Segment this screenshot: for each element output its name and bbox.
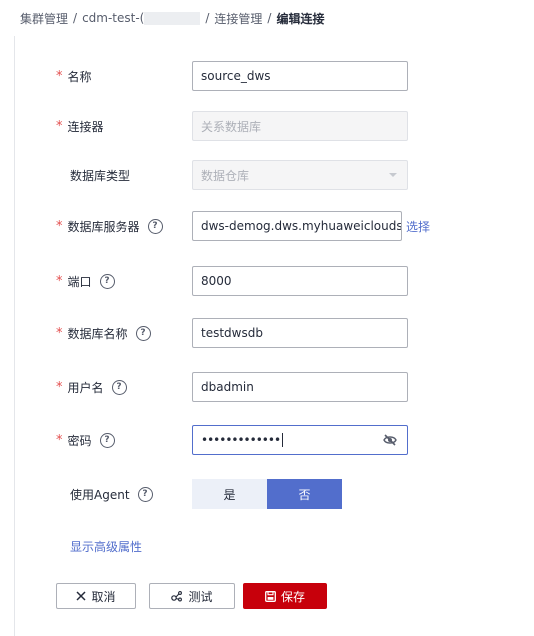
db-type-value: 数据仓库 bbox=[201, 168, 250, 183]
form-row-db-server: * 数据库服务器 ? dws-demog.dws.myhuaweiclouds … bbox=[0, 211, 534, 241]
form-row-username: * 用户名 ? dbadmin bbox=[0, 372, 534, 402]
test-label: 测试 bbox=[188, 589, 213, 604]
form-row-connector: * 连接器 关系数据库 bbox=[0, 111, 534, 141]
breadcrumb-current: 编辑连接 bbox=[276, 11, 325, 26]
help-icon[interactable]: ? bbox=[99, 273, 115, 289]
form-row-db-name: * 数据库名称 ? testdwsdb bbox=[0, 318, 534, 348]
cancel-button[interactable]: 取消 bbox=[56, 583, 136, 609]
username-label: 用户名 bbox=[67, 380, 104, 395]
name-label: 名称 bbox=[67, 69, 92, 84]
breadcrumb-separator: / bbox=[73, 11, 78, 25]
required-mark: * bbox=[56, 379, 63, 395]
db-type-select: 数据仓库 bbox=[192, 160, 408, 190]
chevron-down-icon bbox=[389, 173, 397, 177]
help-icon[interactable]: ? bbox=[135, 325, 151, 341]
breadcrumb-connection-management[interactable]: 连接管理 bbox=[214, 10, 262, 27]
required-mark: * bbox=[56, 325, 63, 341]
use-agent-label: 使用Agent bbox=[70, 487, 130, 502]
use-agent-yes[interactable]: 是 bbox=[192, 479, 267, 509]
username-input[interactable]: dbadmin bbox=[192, 372, 408, 402]
password-input[interactable]: ••••••••••••• bbox=[192, 425, 408, 455]
use-agent-toggle: 是 否 bbox=[192, 479, 343, 509]
connector-input: 关系数据库 bbox=[192, 111, 408, 141]
close-icon bbox=[76, 591, 87, 601]
test-icon bbox=[171, 590, 183, 601]
edit-connection-page: 集群管理 / cdm-test-( / 连接管理 / 编辑连接 * 名称 sou… bbox=[0, 0, 534, 636]
required-mark: * bbox=[56, 118, 63, 134]
eye-off-icon[interactable] bbox=[383, 434, 397, 446]
required-mark: * bbox=[56, 68, 63, 84]
required-mark: * bbox=[56, 432, 63, 448]
form-row-name: * 名称 source_dws bbox=[0, 61, 534, 91]
show-advanced-link[interactable]: 显示高级属性 bbox=[70, 538, 142, 555]
form-row-use-agent: 使用Agent ? 是 否 bbox=[0, 479, 534, 509]
db-name-label: 数据库名称 bbox=[67, 326, 128, 341]
port-input[interactable]: 8000 bbox=[192, 266, 408, 296]
form-row-password: * 密码 ? ••••••••••••• bbox=[0, 425, 534, 455]
db-type-label: 数据库类型 bbox=[70, 168, 131, 183]
form-row-port: * 端口 ? 8000 bbox=[0, 266, 534, 296]
connector-label: 连接器 bbox=[67, 119, 104, 134]
cancel-label: 取消 bbox=[91, 589, 116, 604]
required-mark: * bbox=[56, 273, 63, 289]
name-input[interactable]: source_dws bbox=[192, 61, 408, 91]
help-icon[interactable]: ? bbox=[147, 218, 163, 234]
db-server-input[interactable]: dws-demog.dws.myhuaweiclouds bbox=[192, 211, 402, 241]
help-icon[interactable]: ? bbox=[137, 486, 153, 502]
password-label: 密码 bbox=[67, 433, 92, 448]
breadcrumb-cluster-name[interactable]: cdm-test-( bbox=[82, 11, 144, 25]
use-agent-no[interactable]: 否 bbox=[267, 479, 342, 509]
password-value: ••••••••••••• bbox=[201, 433, 281, 447]
select-server-link[interactable]: 选择 bbox=[406, 211, 430, 241]
save-label: 保存 bbox=[280, 589, 305, 604]
redacted-block bbox=[144, 11, 201, 25]
test-button[interactable]: 测试 bbox=[149, 583, 235, 609]
breadcrumb-cluster-management[interactable]: 集群管理 bbox=[20, 10, 68, 27]
save-button[interactable]: 保存 bbox=[243, 583, 327, 609]
port-label: 端口 bbox=[67, 274, 92, 289]
breadcrumb-separator: / bbox=[205, 11, 210, 25]
form-row-db-type: 数据库类型 数据仓库 bbox=[0, 160, 534, 190]
save-icon bbox=[265, 590, 276, 602]
help-icon[interactable]: ? bbox=[99, 432, 115, 448]
breadcrumb: 集群管理 / cdm-test-( / 连接管理 / 编辑连接 bbox=[20, 7, 324, 29]
help-icon[interactable]: ? bbox=[111, 379, 127, 395]
db-server-label: 数据库服务器 bbox=[67, 219, 140, 234]
db-name-input[interactable]: testdwsdb bbox=[192, 318, 408, 348]
required-mark: * bbox=[56, 218, 63, 234]
text-cursor bbox=[282, 433, 284, 447]
breadcrumb-separator: / bbox=[267, 11, 272, 25]
